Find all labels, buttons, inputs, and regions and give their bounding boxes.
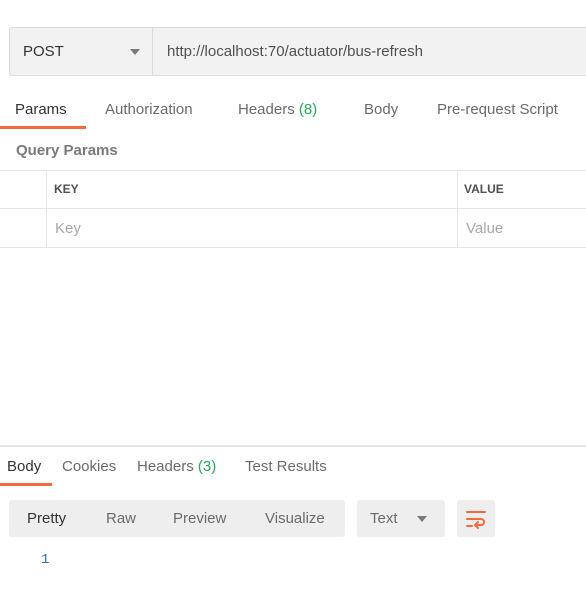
pretty-button[interactable]: Pretty: [27, 510, 66, 527]
pane-splitter[interactable]: [0, 445, 586, 447]
tab-cookies[interactable]: Cookies: [62, 458, 116, 475]
line-number: 1: [41, 552, 50, 568]
chevron-down-icon: [417, 516, 427, 522]
visualize-button[interactable]: Visualize: [265, 510, 325, 527]
tab-body[interactable]: Body: [364, 101, 398, 118]
tab-test-results[interactable]: Test Results: [245, 458, 327, 475]
key-column-header: KEY: [54, 182, 79, 196]
chevron-down-icon: [130, 49, 140, 55]
preview-button[interactable]: Preview: [173, 510, 226, 527]
tab-pre-request-script[interactable]: Pre-request Script: [437, 101, 558, 118]
table-border-bottom: [0, 247, 586, 248]
language-label: Text: [370, 510, 398, 527]
active-tab-indicator: [0, 126, 86, 129]
tab-headers-label: Headers: [238, 101, 295, 118]
tab-response-headers-label: Headers: [137, 458, 194, 475]
key-input[interactable]: [55, 210, 450, 246]
value-input[interactable]: [466, 210, 584, 246]
response-headers-count-badge: (3): [197, 458, 217, 475]
wrap-lines-button[interactable]: [457, 500, 495, 537]
tab-response-body[interactable]: Body: [7, 458, 41, 475]
tab-response-headers[interactable]: Headers (3): [137, 458, 216, 475]
postman-request-panel: POST Params Authorization Headers (8) Bo…: [0, 0, 586, 612]
active-response-tab-indicator: [0, 483, 52, 486]
request-tabs: Params Authorization Headers (8) Body Pr…: [0, 93, 586, 131]
params-table: KEY VALUE: [0, 170, 586, 248]
table-col-divider: [46, 170, 47, 248]
headers-count-badge: (8): [298, 101, 318, 118]
raw-button[interactable]: Raw: [106, 510, 136, 527]
table-border-mid: [0, 208, 586, 209]
format-toggle-group: Pretty Raw Preview Visualize: [9, 500, 345, 537]
tab-authorization[interactable]: Authorization: [105, 101, 193, 118]
query-params-title: Query Params: [16, 142, 118, 159]
url-input[interactable]: [154, 28, 586, 75]
value-column-header: VALUE: [464, 182, 504, 196]
method-label: POST: [23, 43, 64, 60]
method-select[interactable]: POST: [10, 28, 153, 75]
language-select[interactable]: Text: [357, 500, 445, 537]
table-border-top: [0, 170, 586, 171]
tab-headers[interactable]: Headers (8): [238, 101, 317, 118]
table-col-divider: [457, 170, 458, 248]
request-bar: POST: [9, 27, 586, 76]
tab-params[interactable]: Params: [15, 101, 67, 118]
response-tabs: Body Cookies Headers (3) Test Results: [0, 448, 586, 488]
wrap-lines-icon: [466, 511, 486, 529]
